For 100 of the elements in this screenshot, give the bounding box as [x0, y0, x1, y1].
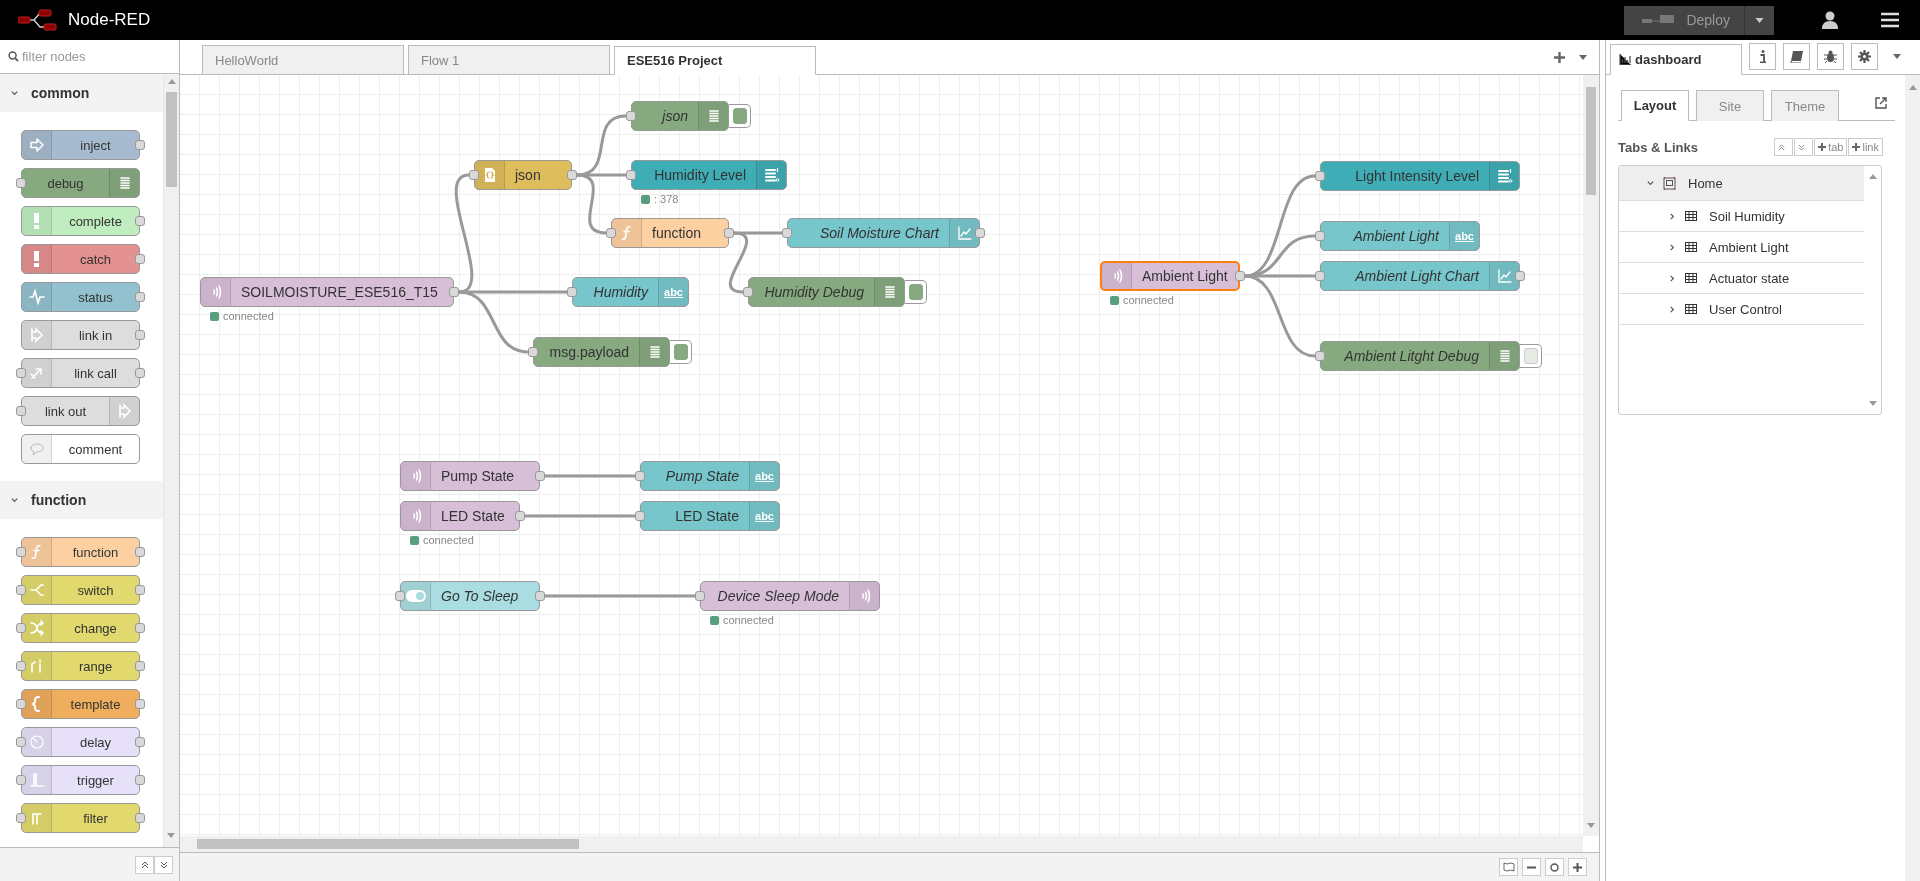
input-port[interactable] — [1315, 231, 1325, 241]
input-port[interactable] — [626, 170, 636, 180]
palette-node[interactable]: function — [21, 537, 140, 567]
output-port[interactable] — [975, 228, 985, 238]
scrollbar[interactable] — [1583, 75, 1599, 836]
input-port[interactable] — [395, 591, 405, 601]
flow-node[interactable]: Ambient Light Chart — [1320, 261, 1520, 291]
palette-node[interactable]: link in — [21, 320, 140, 350]
level-bars-icon — [1496, 168, 1513, 184]
layout-tab[interactable]: Layout — [1621, 90, 1689, 121]
input-port[interactable] — [695, 591, 705, 601]
navigator-button[interactable] — [1499, 858, 1518, 876]
flow-node[interactable]: LED State — [400, 501, 520, 531]
flow-node[interactable]: LED State abc — [640, 501, 780, 531]
output-port[interactable] — [724, 228, 734, 238]
palette-node[interactable]: change — [21, 613, 140, 643]
output-port[interactable] — [449, 287, 459, 297]
input-port[interactable] — [626, 111, 636, 121]
add-icon[interactable] — [1554, 51, 1565, 63]
palette-node[interactable]: status — [21, 282, 140, 312]
palette-node[interactable]: debug — [21, 168, 140, 198]
collapse-all-button[interactable] — [135, 855, 154, 874]
flow-node[interactable]: Humidity Level — [631, 160, 787, 190]
flow-node[interactable]: function — [611, 218, 729, 248]
debug-tab-button[interactable] — [1817, 43, 1844, 70]
flow-node[interactable]: Pump State — [400, 461, 540, 491]
palette-node[interactable]: trigger — [21, 765, 140, 795]
palette-node[interactable]: range — [21, 651, 140, 681]
flow-tab[interactable]: ESE516 Project — [614, 46, 816, 75]
debug-toggle-button[interactable] — [1520, 344, 1542, 368]
shuffle-icon — [28, 620, 45, 636]
scrollbar[interactable] — [180, 836, 1583, 852]
input-port[interactable] — [528, 347, 538, 357]
scroll-thumb[interactable] — [166, 92, 177, 187]
output-port[interactable] — [535, 471, 545, 481]
palette-node[interactable]: template — [21, 689, 140, 719]
output-port[interactable] — [567, 170, 577, 180]
category-header[interactable]: function — [0, 481, 163, 519]
zoom-reset-button[interactable] — [1545, 858, 1564, 876]
scrollbar[interactable] — [1905, 75, 1920, 881]
add-button[interactable]: link — [1848, 138, 1883, 156]
output-port[interactable] — [535, 591, 545, 601]
palette-node[interactable]: link out — [21, 396, 140, 426]
help-tab-button[interactable] — [1783, 43, 1810, 70]
flow-node[interactable]: json — [631, 101, 729, 131]
move-down-button[interactable] — [1794, 138, 1814, 156]
debug-toggle-button[interactable] — [905, 280, 927, 304]
input-port[interactable] — [635, 511, 645, 521]
palette-node[interactable]: delay — [21, 727, 140, 757]
debug-toggle-button[interactable] — [729, 104, 751, 128]
expand-all-button[interactable] — [154, 855, 173, 874]
flow-node[interactable]: Go To Sleep — [400, 581, 540, 611]
palette-node[interactable]: filter — [21, 803, 140, 833]
move-up-button[interactable] — [1774, 138, 1794, 156]
input-port[interactable] — [782, 228, 792, 238]
flow-node[interactable]: Device Sleep Mode — [700, 581, 880, 611]
input-port[interactable] — [606, 228, 616, 238]
flow-node[interactable]: Humidity Debug — [748, 277, 905, 307]
input-port[interactable] — [567, 287, 577, 297]
settings-icon — [1858, 50, 1871, 63]
info-tab-button[interactable] — [1749, 43, 1776, 70]
config-tab-button[interactable] — [1851, 43, 1878, 70]
output-port[interactable] — [515, 511, 525, 521]
output-port[interactable] — [1235, 271, 1245, 281]
flow-node[interactable]: Ambient Light — [1100, 261, 1240, 291]
caret-icon[interactable] — [1579, 54, 1587, 60]
input-port[interactable] — [1315, 271, 1325, 281]
input-port[interactable] — [743, 287, 753, 297]
flow-node[interactable]: Ambient Litght Debug — [1320, 341, 1520, 371]
input-port[interactable] — [1315, 171, 1325, 181]
scrollbar[interactable] — [163, 74, 179, 847]
flow-node[interactable]: Pump State abc — [640, 461, 780, 491]
category-header[interactable]: common — [0, 74, 163, 112]
input-port[interactable] — [469, 170, 479, 180]
external-link-icon — [1875, 97, 1887, 109]
input-port[interactable] — [635, 471, 645, 481]
scroll-thumb[interactable] — [197, 839, 579, 849]
flow-node[interactable]: Light Intensity Level — [1320, 161, 1520, 191]
palette-node[interactable]: link call — [21, 358, 140, 388]
add-button[interactable]: tab — [1814, 138, 1848, 156]
palette-node[interactable]: switch — [21, 575, 140, 605]
chevron-icon — [10, 495, 19, 505]
input-port[interactable] — [1315, 351, 1325, 361]
flow-node[interactable]: Ambient Light abc — [1320, 221, 1480, 251]
output-port[interactable] — [1515, 271, 1525, 281]
palette-node[interactable]: inject — [21, 130, 140, 160]
zoom-in-button[interactable] — [1568, 858, 1587, 876]
sidebar-tab[interactable]: dashboard — [1610, 44, 1742, 75]
flow-node[interactable]: SOILMOISTURE_ESE516_T15 — [200, 277, 454, 307]
palette-node[interactable]: comment — [21, 434, 140, 464]
flow-node[interactable]: Humidity abc — [572, 277, 689, 307]
debug-toggle-button[interactable] — [670, 340, 692, 364]
tree-item[interactable]: Home — [1619, 166, 1864, 201]
palette-node[interactable]: complete — [21, 206, 140, 236]
flow-node[interactable]: msg.payload — [533, 337, 670, 367]
scroll-thumb[interactable] — [1586, 87, 1596, 195]
palette-node[interactable]: catch — [21, 244, 140, 274]
flow-node[interactable]: json — [474, 160, 572, 190]
zoom-out-button[interactable] — [1522, 858, 1541, 876]
flow-node[interactable]: Soil Moisture Chart — [787, 218, 980, 248]
